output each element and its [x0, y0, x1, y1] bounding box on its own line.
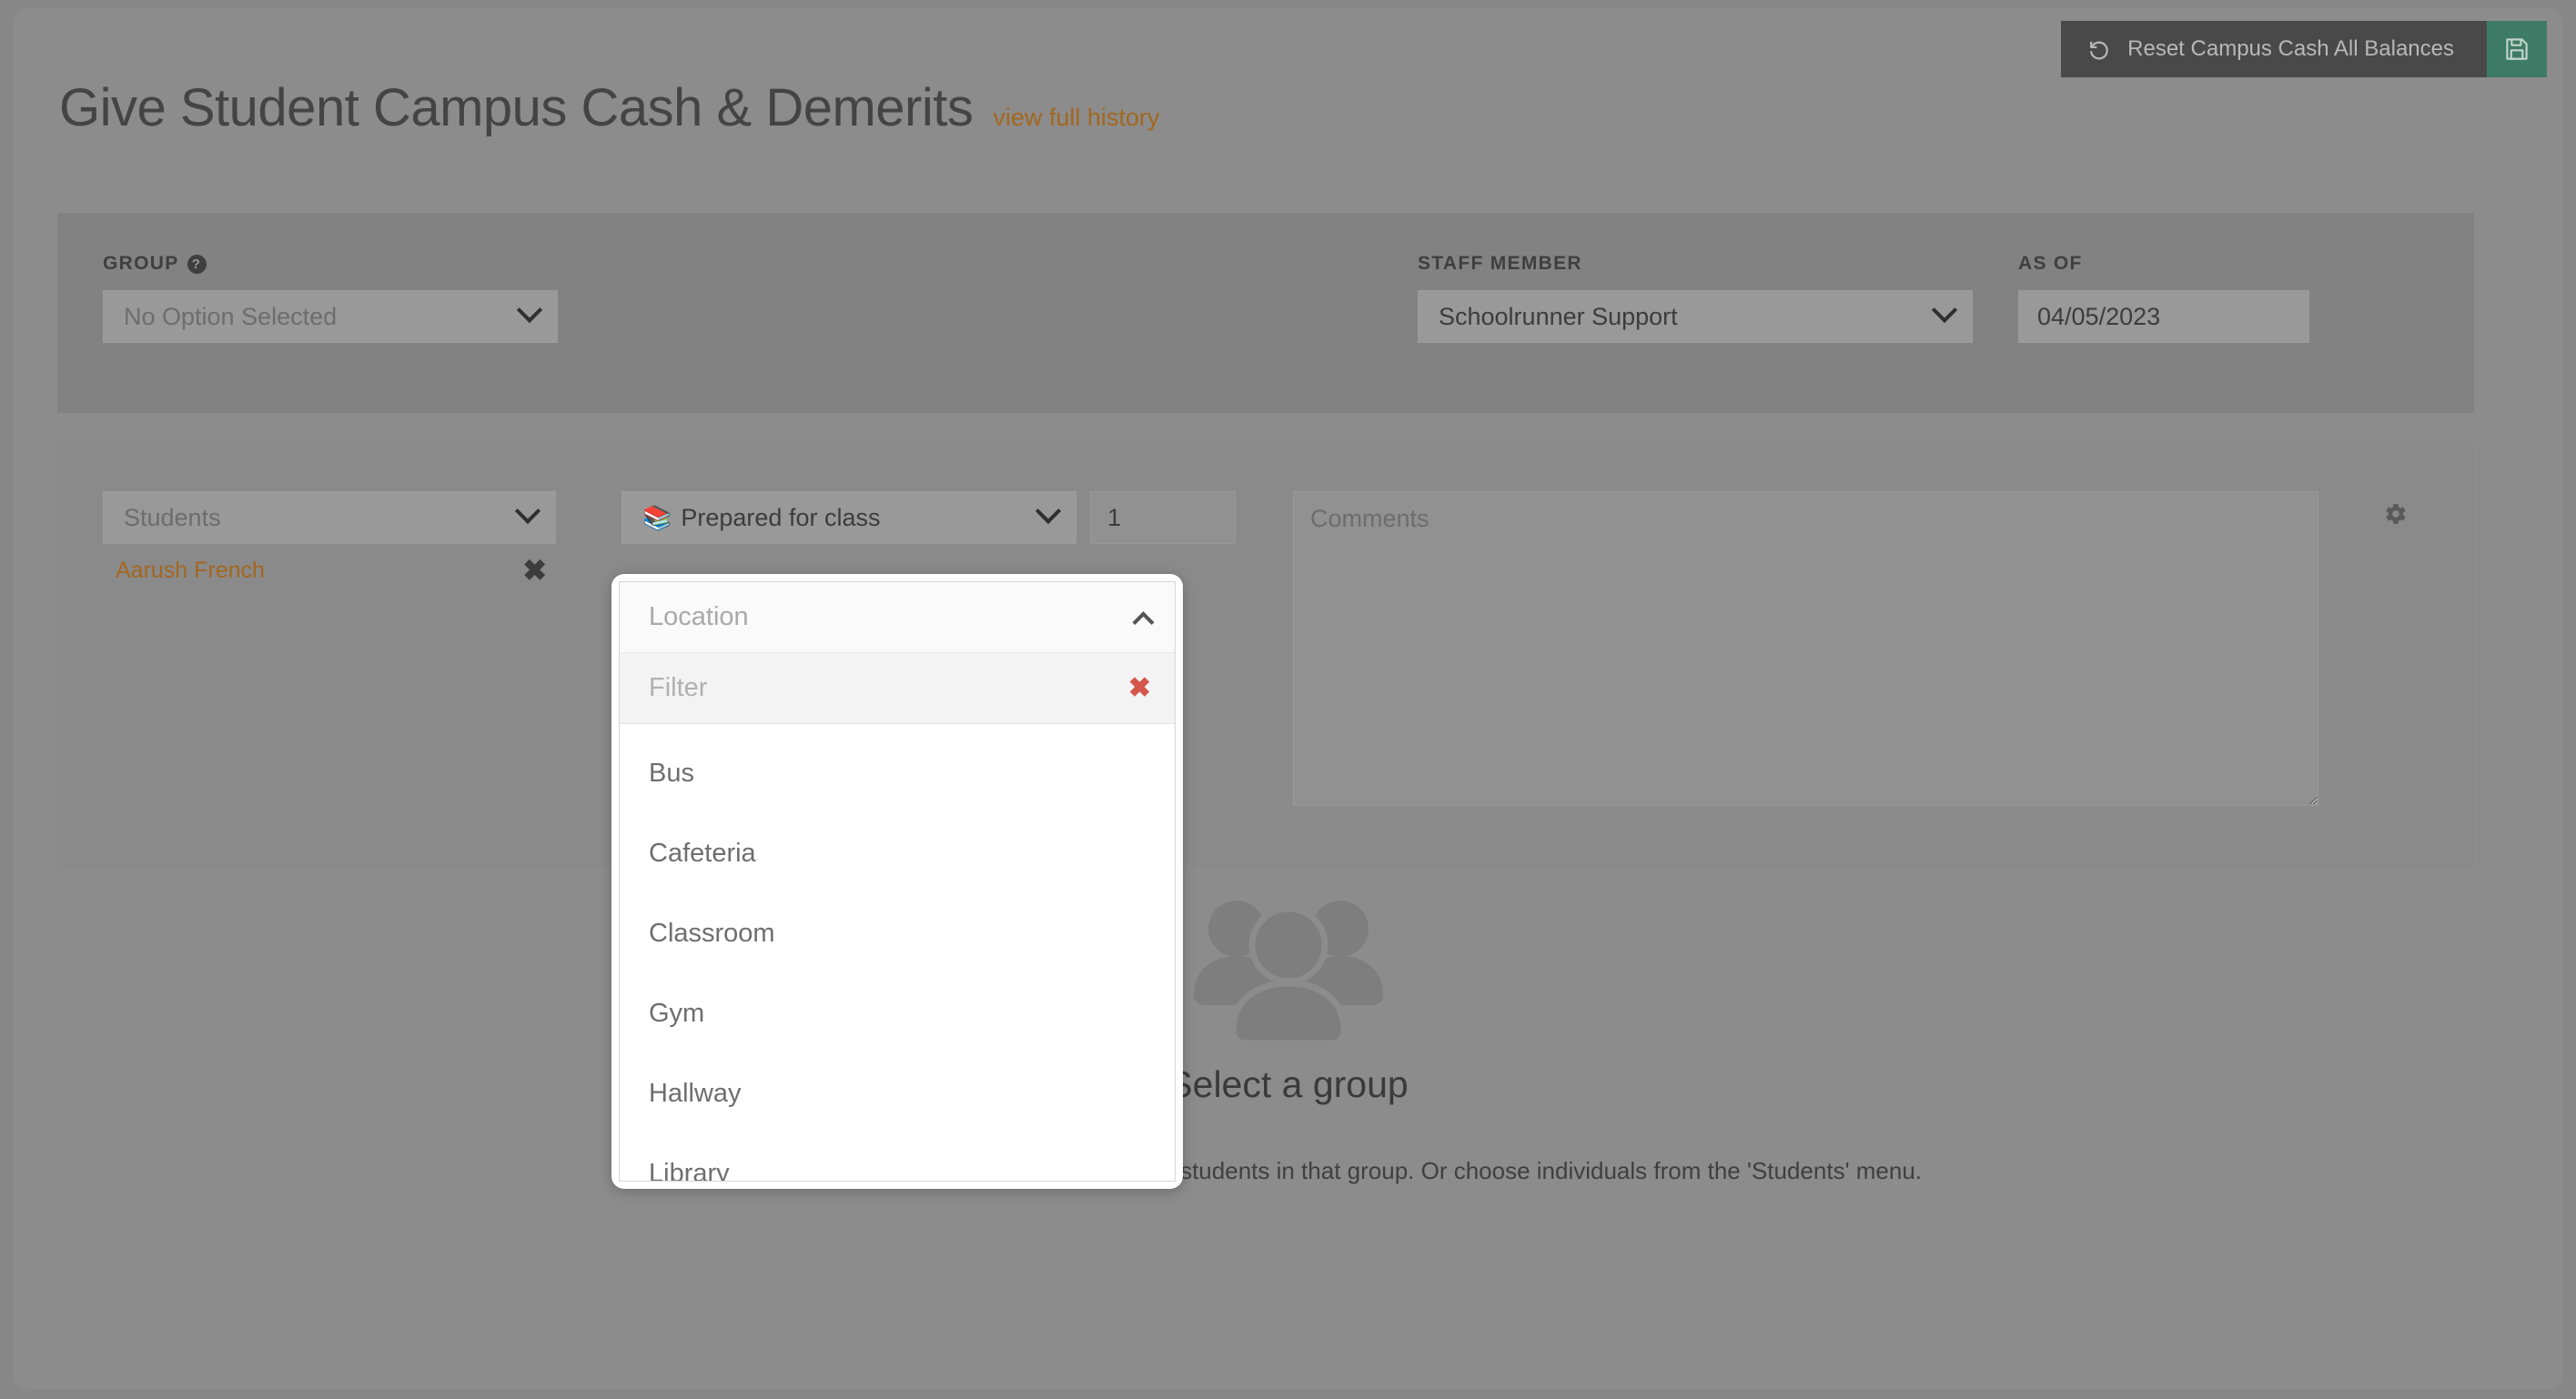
gear-icon	[2384, 502, 2408, 526]
remove-student-icon[interactable]: ✖	[522, 556, 547, 585]
staff-member-select-value: Schoolrunner Support	[1439, 302, 1678, 330]
group-field: GROUP ? No Option Selected	[103, 253, 558, 343]
chevron-down-icon	[516, 297, 543, 324]
group-select-value: No Option Selected	[124, 302, 338, 330]
behavior-select[interactable]: 📚 Prepared for class	[621, 491, 1076, 544]
location-option[interactable]: Hallway	[620, 1053, 1175, 1133]
chevron-up-icon	[1132, 611, 1155, 634]
selected-student-name: Aarush French	[116, 557, 265, 583]
location-filter-row: ✖	[620, 653, 1175, 724]
undo-icon	[2088, 38, 2111, 61]
group-label: GROUP ?	[103, 253, 558, 275]
view-full-history-link[interactable]: view full history	[993, 104, 1159, 132]
empty-state: Select a group Select a group above to l…	[14, 881, 2562, 1185]
as-of-field: AS OF 04/05/2023	[2018, 253, 2309, 343]
location-option[interactable]: Cafeteria	[620, 813, 1175, 893]
behavior-select-value: Prepared for class	[681, 503, 881, 531]
page-title-row: Give Student Campus Cash & Demerits view…	[59, 77, 1159, 138]
modal-backdrop: Give Student Campus Cash & Demerits view…	[0, 0, 2576, 1399]
location-option[interactable]: Bus	[620, 733, 1175, 813]
users-group-icon	[1193, 901, 1383, 1047]
staff-member-field: STAFF MEMBER Schoolrunner Support	[1418, 253, 1973, 343]
location-dropdown-title: Location	[649, 602, 749, 631]
empty-state-title: Select a group	[1167, 1063, 1409, 1105]
floppy-disk-icon	[2503, 35, 2531, 63]
group-label-text: GROUP	[103, 253, 179, 274]
page-title: Give Student Campus Cash & Demerits	[59, 78, 974, 137]
filters-panel: GROUP ? No Option Selected STAFF MEMBER …	[57, 213, 2474, 413]
behavior-select-value-wrap: 📚 Prepared for class	[642, 504, 880, 532]
header-actions: Reset Campus Cash All Balances	[2061, 21, 2547, 77]
behavior-column: 📚 Prepared for class	[621, 491, 1076, 544]
quantity-input[interactable]	[1090, 491, 1236, 544]
location-option[interactable]: Library	[620, 1133, 1175, 1182]
group-select[interactable]: No Option Selected	[103, 290, 558, 343]
location-filter-input[interactable]	[649, 673, 1116, 703]
books-icon: 📚	[642, 503, 672, 531]
reset-campus-cash-balances-label: Reset Campus Cash All Balances	[2127, 36, 2454, 61]
page-card: Give Student Campus Cash & Demerits view…	[14, 8, 2562, 1389]
staff-member-select[interactable]: Schoolrunner Support	[1418, 290, 1973, 343]
selected-student-chip: Aarush French ✖	[103, 556, 556, 585]
reset-campus-cash-balances-button[interactable]: Reset Campus Cash All Balances	[2061, 21, 2487, 77]
empty-state-description: Select a group above to log behaviors fo…	[653, 1157, 1923, 1184]
quantity-column	[1090, 491, 1236, 544]
row-settings-button[interactable]	[2384, 502, 2408, 530]
chevron-down-icon	[514, 498, 541, 525]
location-dropdown-inner: Location ✖ Bus Cafeteria Classroom Gym H…	[619, 581, 1176, 1182]
students-select[interactable]: Students	[103, 491, 556, 544]
location-dropdown-menu: Location ✖ Bus Cafeteria Classroom Gym H…	[611, 574, 1183, 1189]
behavior-entry-panel: Students Aarush French ✖ 📚 Prepared for …	[57, 446, 2474, 867]
location-option[interactable]: Classroom	[620, 893, 1175, 973]
student-column: Students Aarush French ✖	[103, 491, 556, 585]
as-of-date-input[interactable]: 04/05/2023	[2018, 290, 2309, 343]
save-button[interactable]	[2487, 21, 2547, 77]
page-header: Give Student Campus Cash & Demerits view…	[14, 8, 2562, 203]
staff-member-label: STAFF MEMBER	[1418, 253, 1582, 274]
comments-column	[1293, 491, 2318, 810]
chevron-down-icon	[1931, 297, 1958, 324]
location-option[interactable]: Gym	[620, 973, 1175, 1053]
location-options-list: Bus Cafeteria Classroom Gym Hallway Libr…	[620, 724, 1175, 1182]
chevron-down-icon	[1035, 498, 1062, 525]
clear-filter-icon[interactable]: ✖	[1128, 674, 1151, 702]
location-dropdown-header[interactable]: Location	[620, 582, 1175, 653]
as-of-label: AS OF	[2018, 253, 2083, 274]
help-icon[interactable]: ?	[187, 254, 207, 274]
students-select-placeholder: Students	[124, 503, 221, 531]
comments-textarea[interactable]	[1293, 491, 2318, 806]
